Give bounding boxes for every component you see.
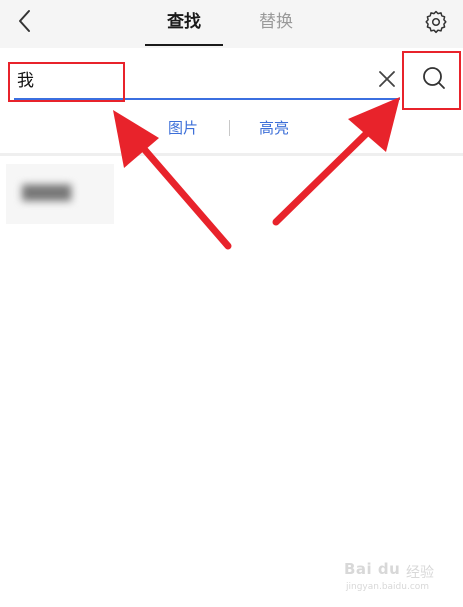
tab-replace[interactable]: 替换	[237, 10, 315, 40]
watermark-url: jingyan.baidu.com	[346, 582, 430, 592]
search-result-item[interactable]: ▇▇▇▇	[6, 164, 114, 224]
annotation-arrow-right-shaft	[272, 129, 371, 226]
watermark-logo: Bai du	[344, 560, 401, 578]
tab-find[interactable]: 查找	[145, 10, 223, 40]
chevron-left-icon	[19, 10, 30, 32]
gear-icon	[425, 10, 447, 34]
baidu-jingyan-watermark: Bai du 经验 jingyan.baidu.com	[344, 560, 454, 600]
active-tab-indicator	[145, 44, 223, 46]
annotation-arrow-left-head	[113, 110, 159, 168]
option-divider	[229, 120, 230, 136]
option-highlight[interactable]: 高亮	[259, 118, 289, 138]
search-result-text-blurred: ▇▇▇▇	[22, 182, 72, 201]
settings-button[interactable]	[424, 10, 448, 34]
watermark-label: 经验	[406, 565, 434, 581]
clear-button[interactable]	[376, 68, 398, 90]
annotation-highlight-input	[8, 62, 125, 102]
section-divider	[0, 153, 463, 156]
back-button[interactable]	[10, 6, 40, 36]
top-bar: 查找 替换	[0, 0, 463, 48]
annotation-highlight-search	[402, 51, 461, 110]
annotation-arrow-left-shaft	[134, 138, 232, 250]
option-image[interactable]: 图片	[168, 118, 198, 138]
close-icon	[379, 71, 395, 87]
